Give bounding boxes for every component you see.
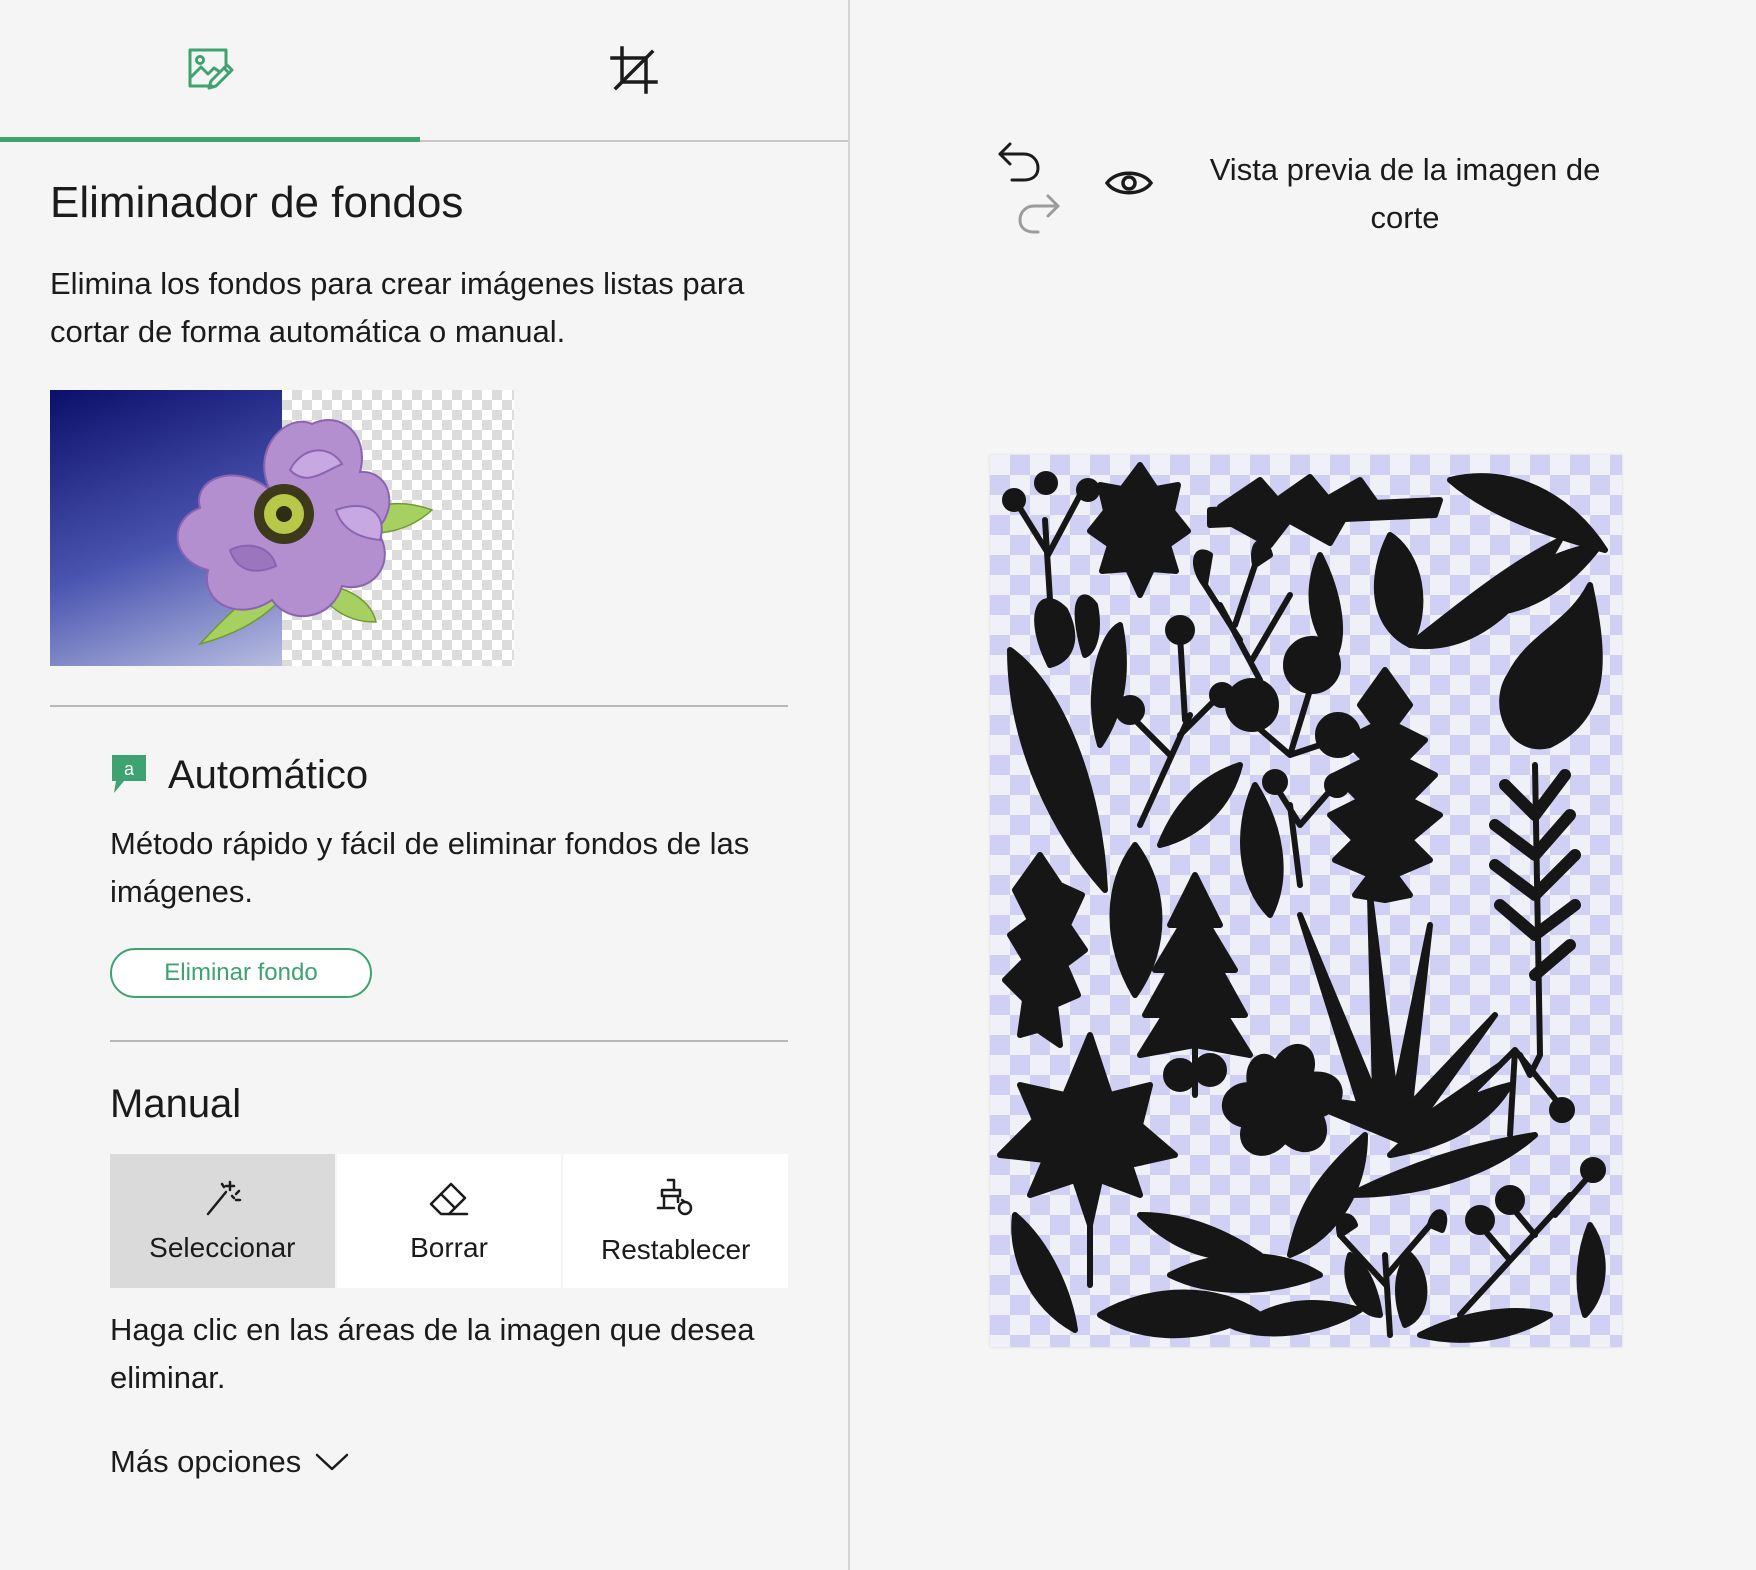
restore-tool-button[interactable]: Restablecer xyxy=(563,1154,789,1288)
image-edit-icon xyxy=(188,48,234,90)
automatic-title: Automático xyxy=(168,752,369,797)
cut-image-preview-label[interactable]: Vista previa de la imagen de corte xyxy=(1180,146,1630,242)
auto-badge-icon: a xyxy=(112,755,146,793)
erase-tool-button[interactable]: Borrar xyxy=(336,1154,562,1288)
crop-icon xyxy=(610,46,658,94)
left-panel: Eliminador de fondos Elimina los fondos … xyxy=(0,0,850,1570)
select-tool-button[interactable]: Seleccionar xyxy=(110,1154,335,1288)
panel-title: Eliminador de fondos xyxy=(50,178,464,227)
example-image xyxy=(50,390,514,666)
panel-description: Elimina los fondos para crear imágenes l… xyxy=(50,266,745,349)
restore-brush-icon xyxy=(656,1178,692,1216)
erase-tool-label: Borrar xyxy=(410,1232,488,1263)
manual-tools: Seleccionar Borrar Restablecer xyxy=(110,1154,789,1288)
section-divider xyxy=(50,705,788,707)
automatic-header: a Automático xyxy=(110,752,368,798)
manual-instruction: Haga clic en las áreas de la imagen que … xyxy=(110,1312,755,1395)
tab-crop[interactable] xyxy=(424,0,844,140)
tab-edit-image[interactable] xyxy=(0,0,420,140)
eye-icon[interactable] xyxy=(1104,166,1154,200)
undo-icon[interactable] xyxy=(996,140,1042,184)
leaves-silhouette-image xyxy=(997,462,1608,1343)
manual-title: Manual xyxy=(110,1082,242,1126)
more-options-label: Más opciones xyxy=(110,1444,302,1479)
eraser-icon xyxy=(429,1182,469,1216)
svg-text:a: a xyxy=(124,759,135,779)
chevron-down-icon xyxy=(316,1453,349,1471)
preview-panel: Vista previa de la imagen de corte xyxy=(850,0,1756,1570)
remove-background-button[interactable]: Eliminar fondo xyxy=(110,948,372,998)
select-tool-label: Seleccionar xyxy=(149,1232,296,1263)
more-options-toggle[interactable]: Más opciones xyxy=(110,1444,349,1480)
magic-wand-icon xyxy=(207,1180,242,1216)
flower-illustration xyxy=(176,418,434,646)
active-tab-indicator xyxy=(0,137,420,142)
redo-icon[interactable] xyxy=(1016,192,1062,236)
image-canvas[interactable] xyxy=(990,455,1622,1347)
automatic-description: Método rápido y fácil de eliminar fondos… xyxy=(110,826,750,909)
restore-tool-label: Restablecer xyxy=(600,1234,751,1265)
section-divider xyxy=(110,1040,788,1042)
tab-bar xyxy=(0,0,848,142)
